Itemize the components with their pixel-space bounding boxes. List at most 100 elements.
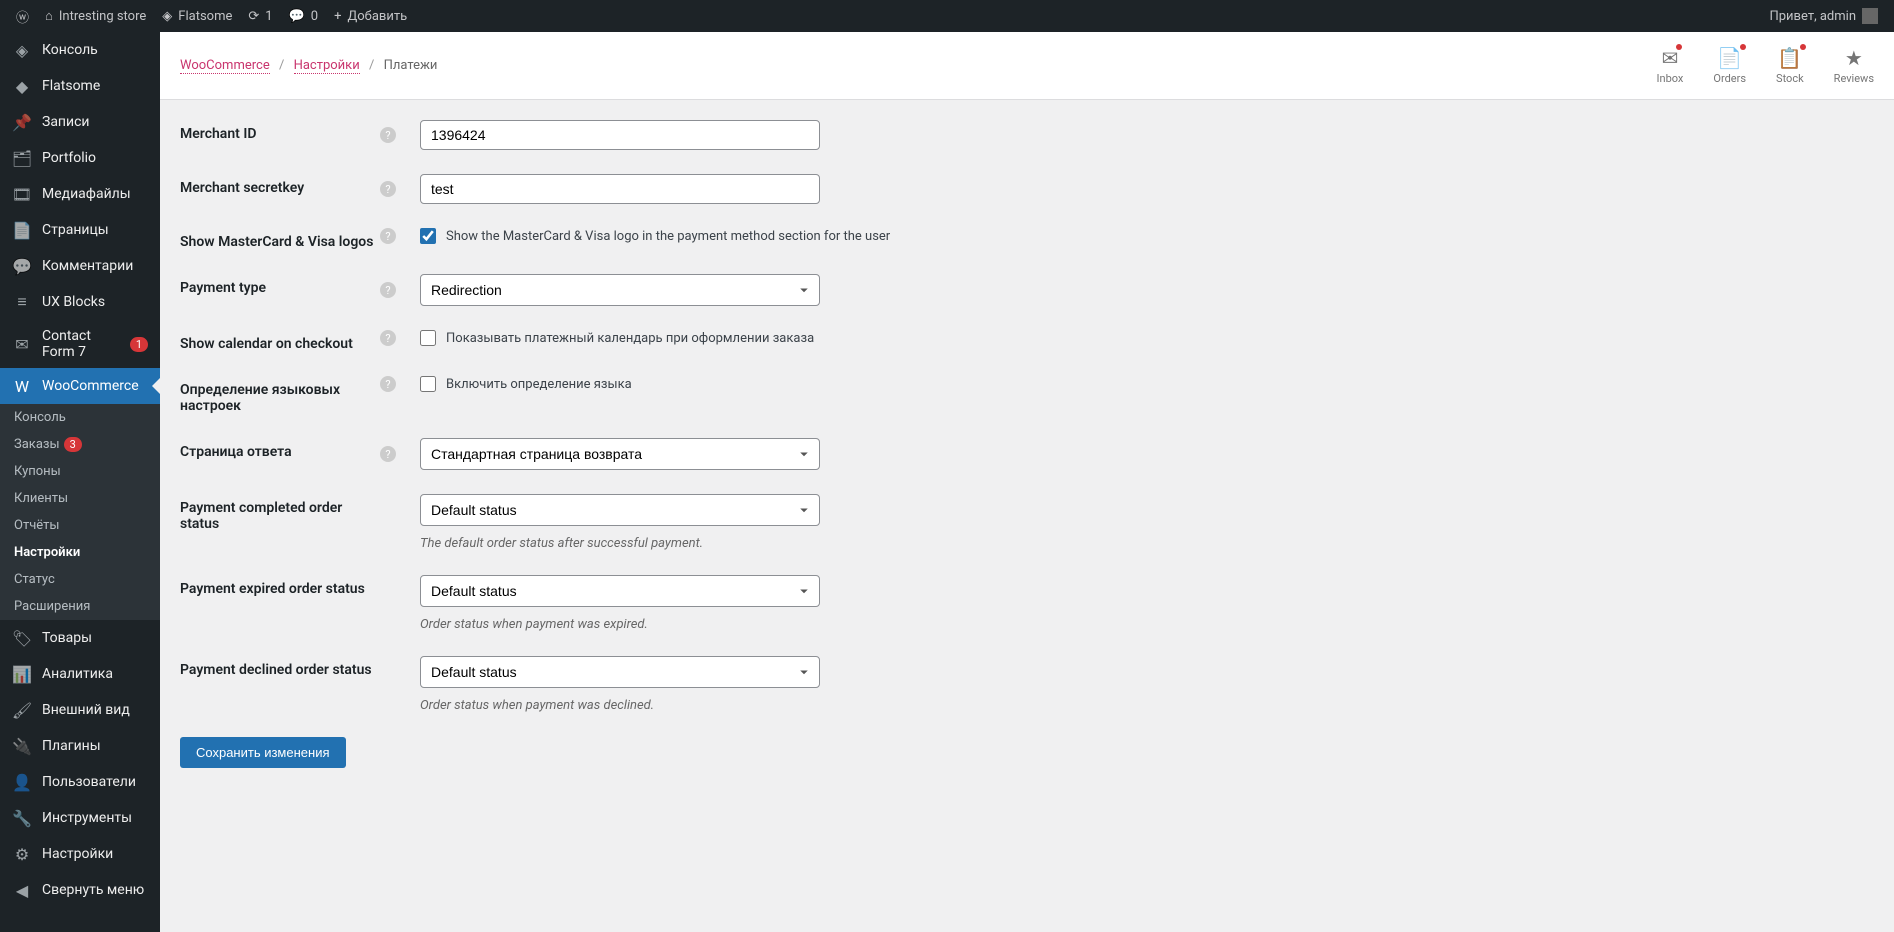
submenu-item-клиенты[interactable]: Клиенты [0, 485, 160, 512]
sidebar-item-плагины[interactable]: 🔌Плагины [0, 728, 160, 764]
orders-label: Orders [1713, 72, 1746, 85]
flatsome-icon: ◆ [12, 76, 32, 96]
field-merchant-secret: Merchant secretkey ? [180, 174, 1874, 204]
comments-count: 0 [311, 9, 318, 24]
wp-logo[interactable]: ⓦ [8, 0, 37, 32]
add-new-link[interactable]: +Добавить [326, 0, 415, 32]
payment-type-label: Payment type [180, 274, 380, 296]
show-calendar-checkbox[interactable] [420, 330, 436, 346]
badge: 3 [64, 437, 82, 452]
sidebar-item-пользователи[interactable]: 👤Пользователи [0, 764, 160, 800]
show-logos-label: Show MasterCard & Visa logos [180, 228, 380, 250]
reviews-button[interactable]: ★ Reviews [1834, 46, 1874, 85]
submenu-item-настройки[interactable]: Настройки [0, 539, 160, 566]
sidebar-item-товары[interactable]: 🏷Товары [0, 620, 160, 656]
sidebar-item-ux-blocks[interactable]: ≡ UX Blocks [0, 284, 160, 320]
breadcrumb-settings[interactable]: Настройки [294, 58, 360, 74]
woo-icon: W [12, 376, 32, 396]
sidebar-item-консоль[interactable]: ◈Консоль [0, 32, 160, 68]
comment-icon: 💬 [289, 9, 305, 24]
breadcrumb-wc[interactable]: WooCommerce [180, 58, 270, 74]
field-show-calendar: Show calendar on checkout ? Показывать п… [180, 330, 1874, 352]
field-lang-detect: Определение языковых настроек ? Включить… [180, 376, 1874, 414]
sidebar-item-woocommerce[interactable]: WWooCommerce [0, 368, 160, 404]
help-icon[interactable]: ? [380, 330, 396, 346]
sidebar-item-записи[interactable]: 📌Записи [0, 104, 160, 140]
declined-status-select[interactable]: Default status [420, 656, 820, 688]
sidebar-item-аналитика[interactable]: 📊Аналитика [0, 656, 160, 692]
submenu-item-заказы[interactable]: Заказы3 [0, 431, 160, 458]
lang-detect-label: Определение языковых настроек [180, 376, 380, 414]
completed-status-select[interactable]: Default status [420, 494, 820, 526]
menu-label: UX Blocks [42, 294, 105, 310]
help-icon[interactable]: ? [380, 181, 396, 197]
sidebar-item-flatsome[interactable]: ◆Flatsome [0, 68, 160, 104]
avatar [1862, 8, 1878, 24]
field-payment-type: Payment type ? Redirection [180, 274, 1874, 306]
sidebar-item-настройки[interactable]: ⚙Настройки [0, 836, 160, 872]
submenu-item-статус[interactable]: Статус [0, 566, 160, 593]
menu-label: Комментарии [42, 258, 133, 274]
updates-count: 1 [265, 9, 272, 24]
orders-button[interactable]: 📄 Orders [1713, 46, 1746, 85]
comments-link[interactable]: 💬0 [281, 0, 327, 32]
submenu-item-купоны[interactable]: Купоны [0, 458, 160, 485]
help-icon[interactable]: ? [380, 127, 396, 143]
badge: 1 [130, 337, 148, 352]
breadcrumb: WooCommerce / Настройки / Платежи [180, 58, 437, 73]
sidebar-item-portfolio[interactable]: 🗂Portfolio [0, 140, 160, 176]
help-icon[interactable]: ? [380, 228, 396, 244]
menu-label: Медиафайлы [42, 186, 131, 202]
submenu-item-расширения[interactable]: Расширения [0, 593, 160, 620]
notification-dot [1740, 44, 1746, 50]
user-menu[interactable]: Привет, admin [1761, 0, 1886, 32]
comments-icon: 💬 [12, 256, 32, 276]
lang-detect-checkbox[interactable] [420, 376, 436, 392]
merchant-id-input[interactable] [420, 120, 820, 150]
help-icon[interactable]: ? [380, 376, 396, 392]
theme-link[interactable]: ◈ Flatsome [154, 0, 240, 32]
field-completed-status: Payment completed order status Default s… [180, 494, 1874, 551]
submenu-label: Купоны [14, 464, 61, 479]
merchant-id-label: Merchant ID [180, 120, 380, 142]
help-icon[interactable]: ? [380, 446, 396, 462]
show-logos-checkbox[interactable] [420, 228, 436, 244]
site-link[interactable]: ⌂Intresting store [37, 0, 154, 32]
submenu-item-консоль[interactable]: Консоль [0, 404, 160, 431]
payment-type-select[interactable]: Redirection [420, 274, 820, 306]
field-merchant-id: Merchant ID ? [180, 120, 1874, 150]
admin-sidebar: ◈Консоль◆Flatsome📌Записи🗂Portfolio🎞Медиа… [0, 32, 160, 932]
sidebar-item-медиафайлы[interactable]: 🎞Медиафайлы [0, 176, 160, 212]
expired-status-select[interactable]: Default status [420, 575, 820, 607]
menu-label: Пользователи [42, 774, 136, 790]
response-page-select[interactable]: Стандартная страница возврата [420, 438, 820, 470]
blocks-icon: ≡ [12, 292, 32, 312]
menu-label: Записи [42, 114, 90, 130]
sidebar-item-страницы[interactable]: 📄Страницы [0, 212, 160, 248]
diamond-icon: ◈ [162, 9, 172, 24]
portfolio-icon: 🗂 [12, 148, 32, 168]
sidebar-item-внешний-вид[interactable]: 🖌Внешний вид [0, 692, 160, 728]
collapse-icon: ◀ [12, 880, 32, 900]
breadcrumb-sep: / [279, 58, 284, 73]
submenu-label: Настройки [14, 545, 80, 560]
sidebar-item-contact-form-7[interactable]: ✉Contact Form 71 [0, 320, 160, 368]
merchant-secret-input[interactable] [420, 174, 820, 204]
add-new-label: Добавить [347, 9, 407, 24]
updates-link[interactable]: ⟳1 [240, 0, 280, 32]
inbox-button[interactable]: ✉ Inbox [1657, 46, 1684, 85]
help-icon[interactable]: ? [380, 282, 396, 298]
save-button[interactable]: Сохранить изменения [180, 737, 346, 768]
stock-label: Stock [1776, 72, 1804, 85]
sidebar-item-инструменты[interactable]: 🔧Инструменты [0, 800, 160, 836]
sidebar-item-комментарии[interactable]: 💬 Комментарии [0, 248, 160, 284]
submenu-label: Отчёты [14, 518, 59, 533]
theme-name: Flatsome [178, 9, 232, 24]
merchant-secret-label: Merchant secretkey [180, 174, 380, 196]
sidebar-item-свернуть-меню[interactable]: ◀Свернуть меню [0, 872, 160, 908]
stock-button[interactable]: 📋 Stock [1776, 46, 1804, 85]
header-bar: WooCommerce / Настройки / Платежи ✉ Inbo… [160, 32, 1894, 100]
breadcrumb-sep: / [369, 58, 374, 73]
notification-dot [1676, 44, 1682, 50]
submenu-item-отчёты[interactable]: Отчёты [0, 512, 160, 539]
